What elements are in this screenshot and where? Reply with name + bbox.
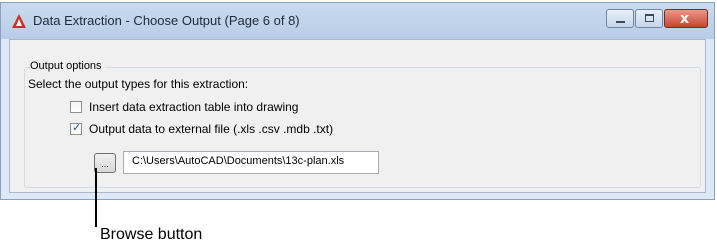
maximize-icon <box>645 14 654 22</box>
autocad-icon <box>12 14 26 28</box>
file-path-field[interactable]: C:\Users\AutoCAD\Documents\13c-plan.xls <box>123 151 379 174</box>
window-title: Data Extraction - Choose Output (Page 6 … <box>33 13 300 28</box>
title-bar[interactable]: Data Extraction - Choose Output (Page 6 … <box>1 3 714 39</box>
checkmark-icon: ✓ <box>72 121 82 134</box>
minimize-icon <box>616 21 625 23</box>
minimize-button[interactable] <box>606 9 634 28</box>
browse-button[interactable]: ... <box>94 153 116 173</box>
prompt-text: Select the output types for this extract… <box>28 77 249 91</box>
insert-table-option[interactable]: Insert data extraction table into drawin… <box>70 100 298 114</box>
close-button[interactable]: x <box>664 9 708 28</box>
callout-label: Browse button <box>100 226 203 243</box>
dialog-window: Data Extraction - Choose Output (Page 6 … <box>0 2 715 200</box>
external-file-checkbox[interactable]: ✓ <box>70 121 82 135</box>
caption-buttons: x <box>605 9 708 29</box>
external-file-option[interactable]: ✓ Output data to external file (.xls .cs… <box>70 121 334 136</box>
maximize-button[interactable] <box>635 9 663 28</box>
close-icon: x <box>680 11 690 27</box>
group-label: Output options <box>30 60 105 72</box>
dialog-body: Output options Select the output types f… <box>9 39 706 193</box>
callout-line <box>95 168 97 227</box>
insert-table-label: Insert data extraction table into drawin… <box>89 100 299 114</box>
insert-table-checkbox[interactable] <box>70 101 82 113</box>
external-file-label: Output data to external file (.xls .csv … <box>89 122 334 136</box>
